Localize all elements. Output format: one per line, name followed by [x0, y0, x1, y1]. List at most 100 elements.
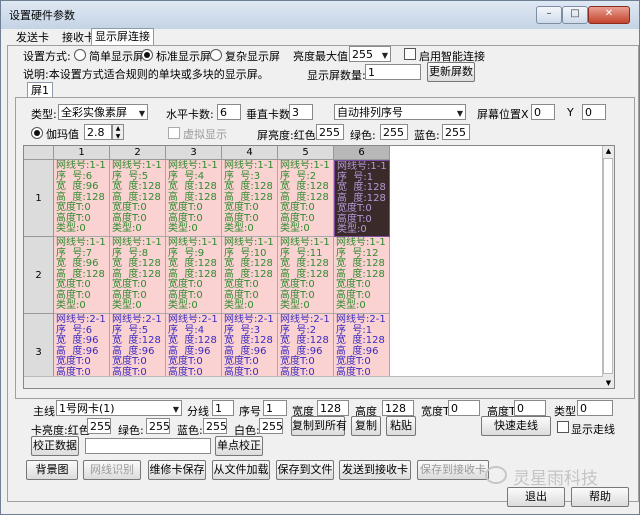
tab-screen-1[interactable]: 屏1	[27, 82, 53, 98]
brightness-max-select[interactable]: 255	[349, 46, 391, 62]
screen-pos-y-input[interactable]: 0	[582, 104, 606, 120]
grid-cell[interactable]: 网线号:1-1 序 号:6 宽 度:96 高 度:128 宽度T:0 高度T:0…	[54, 160, 110, 237]
mode-complex-radio[interactable]	[210, 49, 222, 61]
scroll-thumb[interactable]	[603, 158, 613, 374]
calibrate-path-input[interactable]	[85, 438, 211, 454]
help-button[interactable]: 帮助	[571, 487, 629, 507]
grid-cell[interactable]: 网线号:1-1 序 号:4 宽 度:128 高 度:128 宽度T:0 高度T:…	[166, 160, 222, 237]
show-route-checkbox[interactable]	[557, 421, 569, 433]
virtual-display-checkbox[interactable]	[168, 127, 180, 139]
single-calibrate-button[interactable]: 单点校正	[215, 436, 263, 456]
branch-label: 分线	[187, 405, 209, 418]
calibrate-data-button[interactable]: 校正数据	[31, 436, 79, 456]
grid-cell[interactable]: 网线号:1-1 序 号:3 宽 度:128 高 度:128 宽度T:0 高度T:…	[222, 160, 278, 237]
grid-cell[interactable]: 网线号:1-1 序 号:5 宽 度:128 高 度:128 宽度T:0 高度T:…	[110, 160, 166, 237]
height-input[interactable]: 128	[382, 400, 414, 416]
screen-pos-y-label: Y	[567, 106, 574, 119]
tab-screen-connect[interactable]: 显示屏连接	[91, 28, 154, 46]
screen-red-input[interactable]: 255	[316, 124, 344, 140]
repair-card-save-button[interactable]: 维修卡保存	[148, 460, 206, 480]
window-title: 设置硬件参数	[9, 9, 75, 22]
grid-column-header[interactable]: 2	[110, 146, 166, 160]
grid-cell[interactable]: 网线号:1-1 序 号:11 宽 度:128 高 度:128 宽度T:0 高度T…	[278, 237, 334, 314]
minimize-button[interactable]: –	[536, 6, 562, 24]
h-cards-label: 水平卡数:	[166, 108, 214, 121]
copy-button[interactable]: 复制	[351, 416, 381, 436]
mode-standard-label: 标准显示屏	[156, 50, 211, 63]
grid-cell[interactable]: 网线号:1-1 序 号:9 宽 度:128 高 度:128 宽度T:0 高度T:…	[166, 237, 222, 314]
close-button[interactable]: ✕	[588, 6, 630, 24]
grid-column-header[interactable]: 4	[222, 146, 278, 160]
grid-column-header[interactable]: 5	[278, 146, 334, 160]
grid-column-header[interactable]: 3	[166, 146, 222, 160]
cable-detect-button[interactable]: 网线识别	[83, 460, 141, 480]
settings-window: 设置硬件参数 – □ ✕ 发送卡 接收卡 显示屏连接 设置方式: 简单显示屏 标…	[0, 0, 640, 515]
send-to-receiver-button[interactable]: 发送到接收卡	[339, 460, 411, 480]
description-text: 说明:本设置方式适合规则的单块或多块的显示屏。	[23, 68, 269, 81]
seq-label: 序号	[239, 405, 261, 418]
seq-input[interactable]: 1	[263, 400, 287, 416]
grid-corner	[24, 146, 54, 160]
grid-cell[interactable]: 网线号:1-1 序 号:8 宽 度:128 高 度:128 宽度T:0 高度T:…	[110, 237, 166, 314]
card-green-input[interactable]: 255	[146, 418, 170, 434]
screen-green-input[interactable]: 255	[380, 124, 408, 140]
gamma-input[interactable]: 2.8	[84, 124, 112, 140]
screen-pos-x-input[interactable]: 0	[531, 104, 555, 120]
grid-horizontal-scrollbar[interactable]	[24, 376, 603, 388]
background-image-button[interactable]: 背景图	[26, 460, 78, 480]
port-select[interactable]: 1号网卡(1)	[56, 400, 182, 416]
load-from-file-button[interactable]: 从文件加载	[212, 460, 270, 480]
quick-route-button[interactable]: 快速走线	[481, 416, 551, 436]
exit-button[interactable]: 退出	[507, 487, 565, 507]
kind-input[interactable]: 0	[577, 400, 613, 416]
screen-count-input[interactable]: 1	[365, 64, 421, 80]
grid-row-header[interactable]: 1	[24, 160, 54, 237]
gamma-label: 伽玛值	[46, 128, 79, 141]
gamma-spinner[interactable]: ▲ ▼	[112, 124, 124, 140]
screen-red-label: 屏亮度:红色:	[257, 129, 320, 142]
grid-row-header[interactable]: 2	[24, 237, 54, 314]
smart-connect-checkbox[interactable]	[404, 48, 416, 60]
card-red-input[interactable]: 255	[87, 418, 111, 434]
screen-count-label: 显示屏数量:	[307, 69, 366, 82]
type-select[interactable]: 全彩实像素屏	[58, 104, 148, 120]
card-blue-input[interactable]: 255	[203, 418, 227, 434]
scroll-down-icon[interactable]: ▼	[604, 379, 613, 387]
scroll-up-icon[interactable]: ▲	[604, 147, 613, 155]
grid-cell[interactable]: 网线号:1-1 序 号:1 宽 度:128 高 度:128 宽度T:0 高度T:…	[334, 160, 390, 237]
grid-cell[interactable]: 网线号:1-1 序 号:7 宽 度:96 高 度:128 宽度T:0 高度T:0…	[54, 237, 110, 314]
grid-cell[interactable]: 网线号:1-1 序 号:10 宽 度:128 高 度:128 宽度T:0 高度T…	[222, 237, 278, 314]
grid-column-header[interactable]: 1	[54, 146, 110, 160]
gamma-radio[interactable]	[31, 127, 43, 139]
screen-blue-input[interactable]: 255	[442, 124, 470, 140]
card-white-input[interactable]: 255	[259, 418, 283, 434]
update-screen-count-button[interactable]: 更新屏数	[427, 62, 475, 82]
grid-column-header[interactable]: 6	[334, 146, 390, 160]
maximize-button[interactable]: □	[562, 6, 588, 24]
auto-order-select[interactable]: 自动排列序号	[334, 104, 466, 120]
wechat-icon	[485, 466, 507, 484]
mode-simple-radio[interactable]	[74, 49, 86, 61]
mode-standard-radio[interactable]	[141, 49, 153, 61]
card-green-label: 绿色:	[118, 424, 144, 437]
h-cards-input[interactable]: 6	[217, 104, 241, 120]
paste-button[interactable]: 粘贴	[386, 416, 416, 436]
grid-cell[interactable]: 网线号:1-1 序 号:12 宽 度:128 高 度:128 宽度T:0 高度T…	[334, 237, 390, 314]
width-t-input[interactable]: 0	[448, 400, 480, 416]
type-label: 类型:	[31, 108, 57, 121]
title-bar: 设置硬件参数 – □ ✕	[1, 1, 639, 29]
watermark-text: 灵星雨科技	[513, 469, 598, 489]
branch-input[interactable]: 1	[212, 400, 234, 416]
tab-sender[interactable]: 发送卡	[13, 30, 52, 45]
save-to-receiver-button[interactable]: 保存到接收卡	[417, 460, 489, 480]
width-t-label: 宽度T	[421, 405, 450, 418]
width-input[interactable]: 128	[317, 400, 349, 416]
grid-cell[interactable]: 网线号:1-1 序 号:2 宽 度:128 高 度:128 宽度T:0 高度T:…	[278, 160, 334, 237]
mode-complex-label: 复杂显示屏	[225, 50, 280, 63]
v-cards-input[interactable]: 3	[289, 104, 313, 120]
save-to-file-button[interactable]: 保存到文件	[276, 460, 334, 480]
copy-all-button[interactable]: 复制到所有	[291, 416, 347, 436]
grid-vertical-scrollbar[interactable]: ▲ ▼	[602, 146, 614, 388]
height-t-input[interactable]: 0	[514, 400, 546, 416]
virtual-display-label: 虚拟显示	[183, 128, 227, 141]
